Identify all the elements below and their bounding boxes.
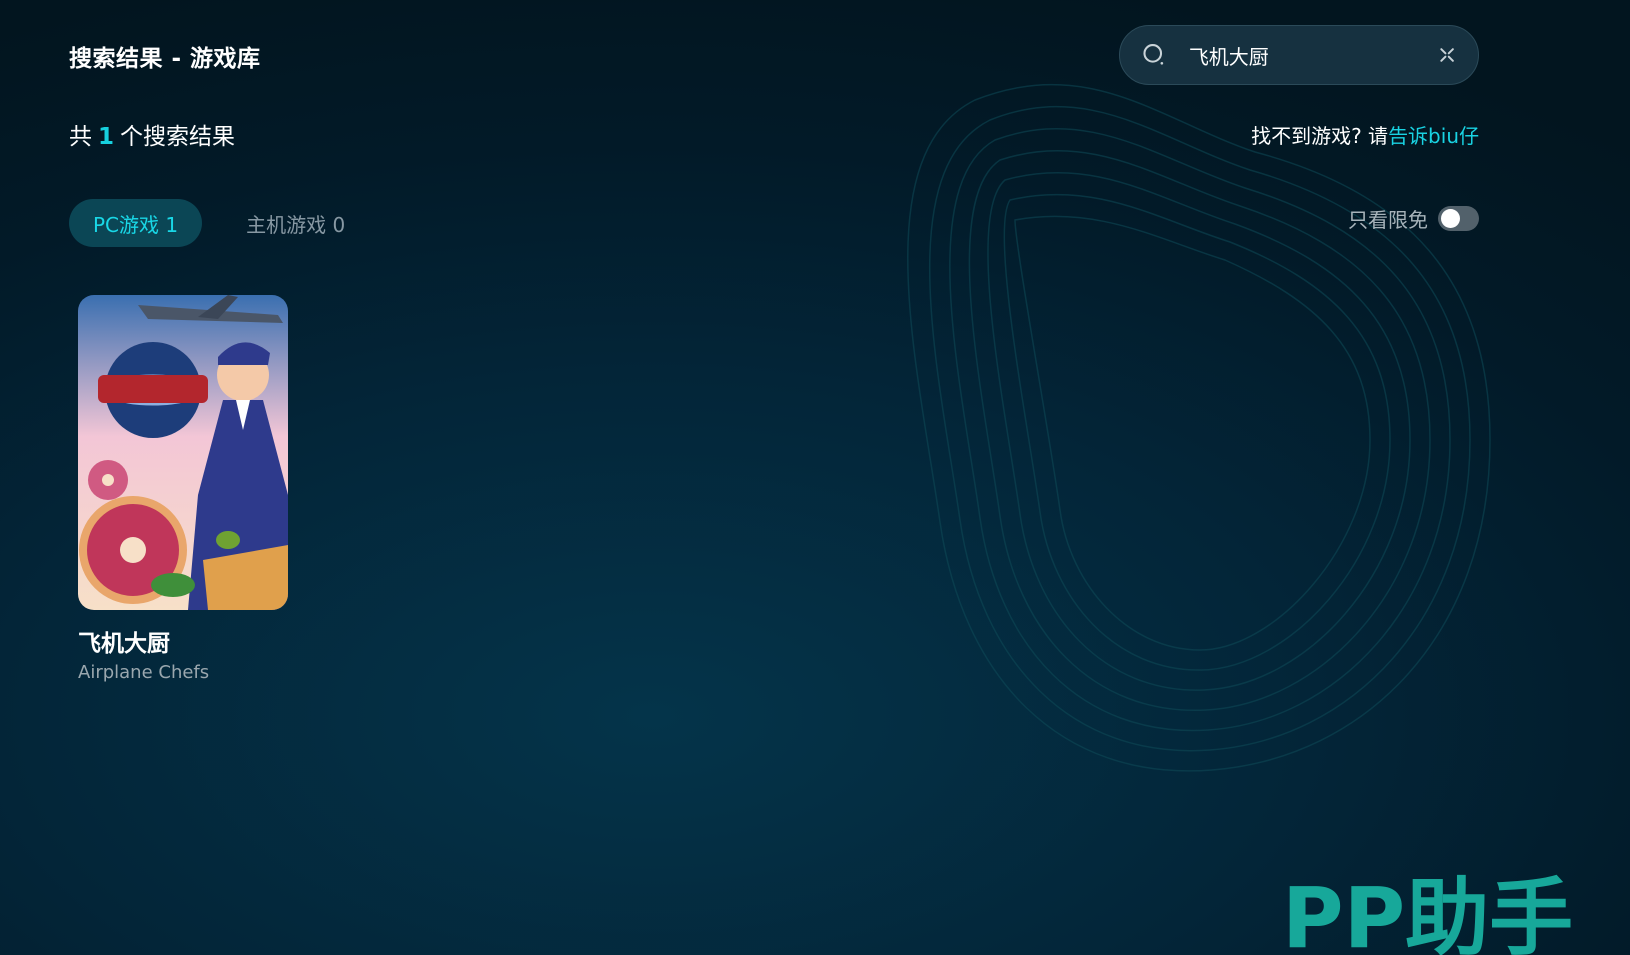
game-card[interactable]: 飞机大厨 Airplane Chefs [78, 295, 288, 683]
game-cover-image[interactable] [78, 295, 288, 610]
pp-assistant-logo-text: PP助手 [1282, 869, 1573, 955]
tab-console-games[interactable]: 主机游戏 0 [246, 209, 345, 238]
feedback-prompt: 找不到游戏? 请告诉biu仔 [1251, 120, 1479, 149]
background-contour-pattern [907, 83, 1491, 772]
free-only-toggle[interactable] [1438, 206, 1479, 231]
search-input[interactable] [1188, 43, 1438, 67]
search-icon[interactable] [1142, 40, 1167, 70]
free-only-filter: 只看限免 [1348, 204, 1479, 233]
result-count-prefix: 共 [69, 124, 92, 150]
toggle-knob [1441, 209, 1460, 228]
tab-pc-games[interactable]: PC游戏 1 [69, 199, 203, 247]
page-title: 搜索结果 - 游戏库 [69, 46, 261, 72]
pp-assistant-logo: PP助手 [1282, 869, 1573, 955]
game-subtitle: Airplane Chefs [78, 662, 210, 683]
result-count-number: 1 [98, 124, 115, 150]
game-title[interactable]: 飞机大厨 [78, 624, 288, 658]
feedback-link[interactable]: 告诉biu仔 [1388, 124, 1479, 148]
feedback-text: 找不到游戏? 请 [1251, 124, 1389, 148]
search-box[interactable] [1119, 25, 1479, 85]
free-only-label: 只看限免 [1348, 208, 1428, 232]
platform-tabs: PC游戏 1 主机游戏 0 [69, 199, 345, 247]
result-count-suffix: 个搜索结果 [120, 124, 236, 150]
result-count: 共 1 个搜索结果 [69, 117, 235, 151]
close-icon[interactable] [1438, 44, 1456, 66]
